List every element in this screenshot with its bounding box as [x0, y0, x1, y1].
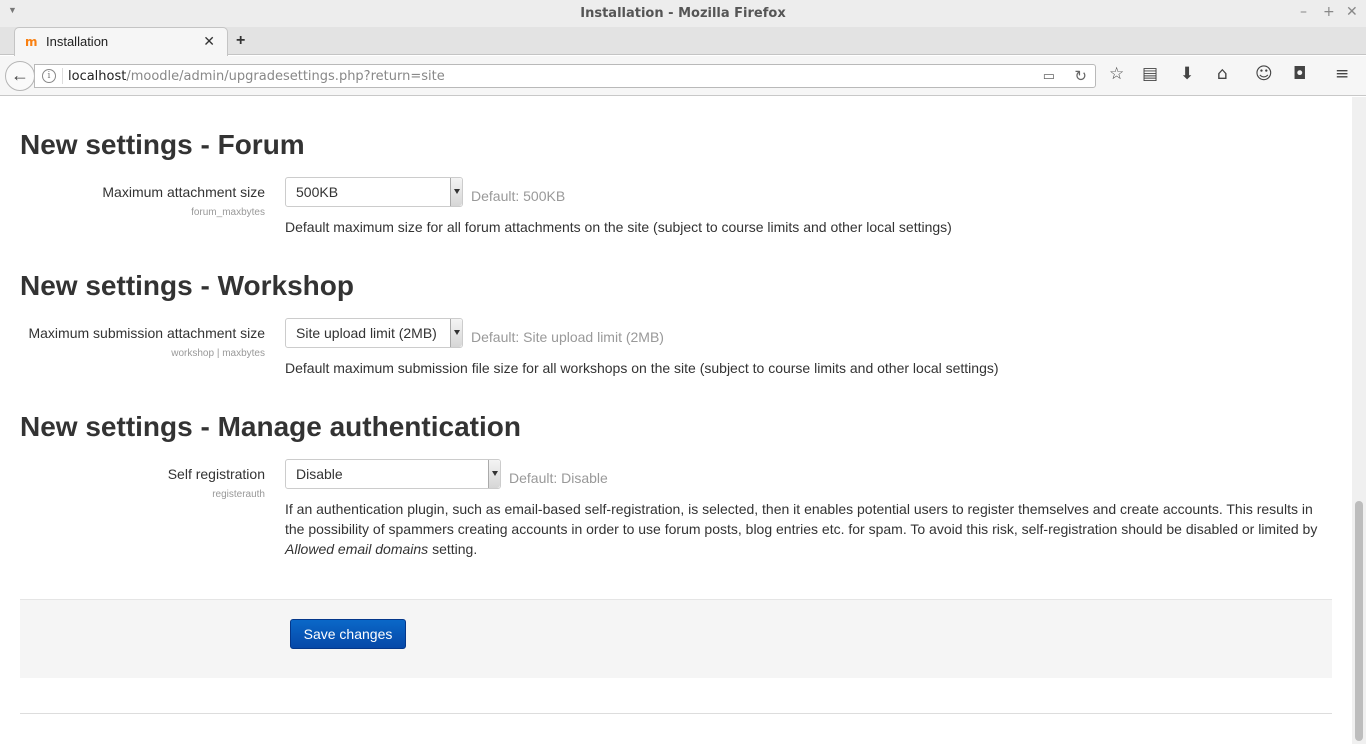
forum-maxbytes-value: 500KB — [296, 184, 339, 200]
section-heading-workshop: New settings - Workshop — [20, 270, 354, 301]
setting-sublabel-workshop-maxbytes: workshop | maxbytes — [171, 348, 265, 359]
url-divider — [62, 68, 63, 84]
url-bar[interactable]: i localhost/moodle/admin/upgradesettings… — [34, 64, 1096, 88]
save-changes-button[interactable]: Save changes — [290, 619, 406, 649]
page-content: New settings - Forum Maximum attachment … — [0, 97, 1352, 744]
tab-label: Installation — [46, 34, 109, 49]
setting-label-workshop-maxbytes: Maximum submission attachment size — [28, 325, 265, 341]
registerauth-select[interactable]: Disable — [285, 459, 501, 489]
hello-chat-icon[interactable]: ☺ — [1255, 64, 1273, 84]
url-path: /moodle/admin/upgradesettings.php?return… — [126, 69, 445, 84]
registerauth-default: Default: Disable — [509, 470, 608, 486]
page-scrollbar[interactable] — [1352, 97, 1366, 744]
back-button[interactable]: ← — [5, 61, 35, 91]
tab-close-icon[interactable]: ✕ — [203, 33, 215, 50]
maximize-icon[interactable]: + — [1323, 4, 1335, 20]
registerauth-value: Disable — [296, 466, 343, 482]
window-titlebar: ▼ Installation - Mozilla Firefox – + ✕ — [0, 0, 1366, 27]
chevron-down-icon — [488, 460, 500, 488]
downloads-icon[interactable]: ⬇ — [1180, 64, 1194, 84]
section-heading-forum: New settings - Forum — [20, 129, 305, 160]
workshop-maxbytes-default: Default: Site upload limit (2MB) — [471, 329, 664, 345]
chevron-down-icon — [450, 178, 462, 206]
scrollbar-thumb[interactable] — [1355, 501, 1363, 741]
forum-maxbytes-description: Default maximum size for all forum attac… — [285, 219, 952, 235]
setting-sublabel-registerauth: registerauth — [212, 489, 265, 500]
registerauth-description-text: If an authentication plugin, such as ema… — [285, 501, 1318, 537]
forum-maxbytes-select[interactable]: 500KB — [285, 177, 463, 207]
minimize-icon[interactable]: – — [1300, 4, 1307, 20]
reader-view-icon[interactable]: ▭ — [1043, 68, 1055, 84]
tab-bar: m Installation ✕ — [0, 27, 1366, 56]
close-window-icon[interactable]: ✕ — [1346, 4, 1358, 20]
setting-sublabel-forum-maxbytes: forum_maxbytes — [191, 207, 265, 218]
footer-divider — [20, 713, 1332, 714]
workshop-maxbytes-value: Site upload limit (2MB) — [296, 325, 437, 341]
workshop-maxbytes-select[interactable]: Site upload limit (2MB) — [285, 318, 463, 348]
url-text[interactable]: localhost/moodle/admin/upgradesettings.p… — [68, 69, 445, 84]
home-icon[interactable]: ⌂ — [1217, 64, 1228, 84]
moodle-favicon-icon: m — [25, 35, 38, 49]
setting-label-forum-maxbytes: Maximum attachment size — [102, 184, 265, 200]
new-tab-icon[interactable]: + — [236, 32, 245, 50]
registerauth-description-end: setting. — [428, 541, 478, 557]
url-host: localhost — [68, 69, 127, 84]
reload-icon[interactable]: ↻ — [1074, 67, 1087, 85]
hamburger-menu-icon[interactable]: ≡ — [1335, 64, 1349, 84]
registerauth-description: If an authentication plugin, such as ema… — [285, 499, 1330, 559]
nav-bar: ← i localhost/moodle/admin/upgradesettin… — [0, 56, 1366, 96]
bookmarks-library-icon[interactable]: ▤ — [1142, 64, 1158, 84]
section-heading-authentication: New settings - Manage authentication — [20, 411, 521, 442]
back-arrow-icon: ← — [11, 65, 29, 85]
chevron-down-icon — [450, 319, 462, 347]
pocket-icon[interactable]: ◘ — [1293, 64, 1306, 84]
window-title: Installation - Mozilla Firefox — [580, 6, 786, 21]
tab-installation[interactable]: m Installation ✕ — [14, 27, 228, 56]
setting-label-registerauth: Self registration — [167, 466, 265, 482]
forum-maxbytes-default: Default: 500KB — [471, 188, 566, 204]
form-actions-area — [20, 599, 1332, 678]
site-info-icon[interactable]: i — [42, 69, 56, 83]
allowed-email-domains-term: Allowed email domains — [285, 541, 429, 557]
workshop-maxbytes-description: Default maximum submission file size for… — [285, 360, 999, 376]
bookmark-star-icon[interactable]: ☆ — [1109, 64, 1124, 84]
